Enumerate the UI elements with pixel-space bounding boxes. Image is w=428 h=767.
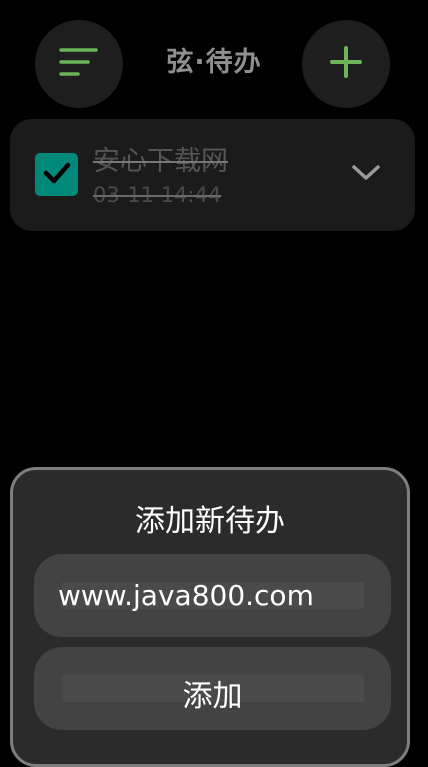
checkmark-icon [41,157,73,193]
todo-checkbox[interactable] [35,153,78,196]
add-button[interactable] [302,20,390,108]
add-todo-button[interactable]: 添加 [34,647,391,730]
todo-item[interactable]: 安心下载网 03-11 14:44 [10,119,415,231]
add-todo-dialog: 添加新待办 添加 [10,467,410,767]
expand-button[interactable] [346,155,386,195]
plus-icon [328,44,364,84]
chevron-down-icon [350,163,382,187]
todo-input-container[interactable] [34,554,391,637]
todo-timestamp: 03-11 14:44 [93,183,222,207]
todo-input[interactable] [58,554,378,637]
todo-title: 安心下载网 [93,146,228,177]
add-todo-label: 添加 [182,679,243,714]
dialog-title: 添加新待办 [135,504,285,539]
